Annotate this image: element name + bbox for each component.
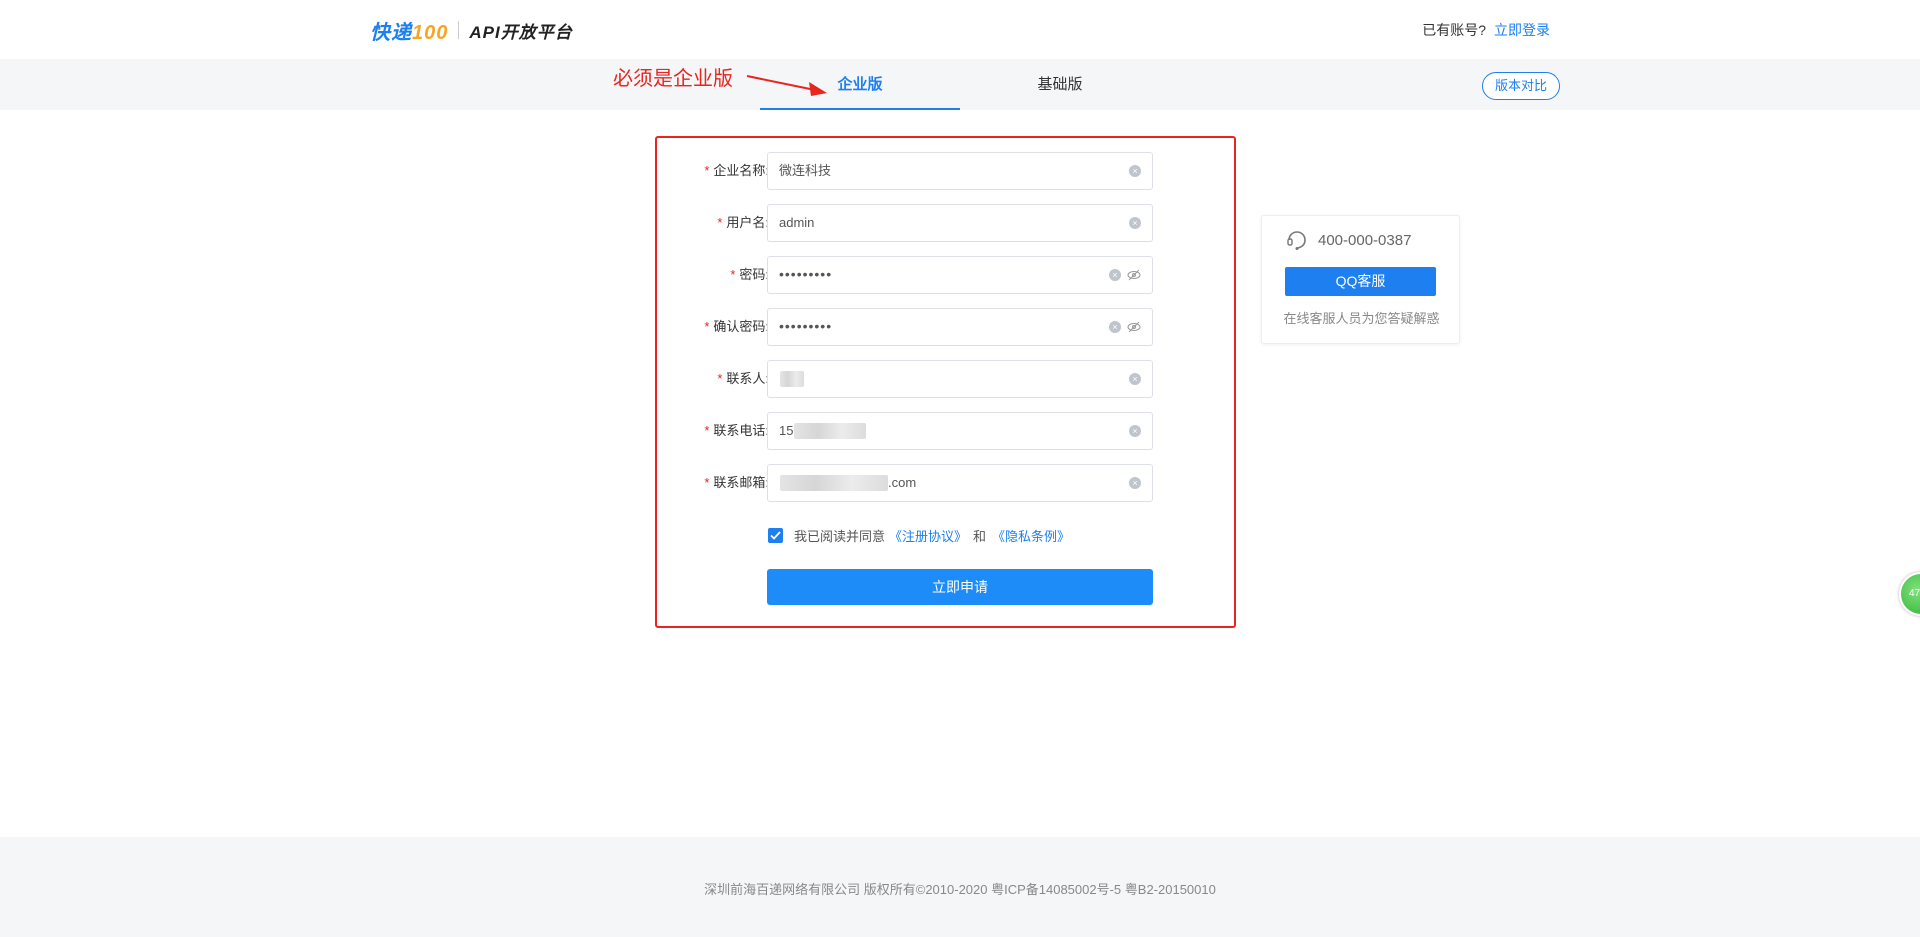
username-input[interactable]: admin ×	[767, 204, 1153, 242]
confirm-password-value: •••••••••	[779, 318, 833, 334]
check-icon	[770, 530, 781, 540]
blurred-value	[780, 371, 804, 387]
register-agreement-link[interactable]: 《注册协议》	[889, 526, 967, 545]
footer: 深圳前海百递网络有限公司 版权所有©2010-2020 粤ICP备1408500…	[0, 837, 1920, 937]
top-header: 快递100 API开放平台 已有账号? 立即登录	[0, 0, 1920, 59]
confirm-password-label: * 确认密码:	[704, 319, 769, 334]
footer-copyright: 深圳前海百递网络有限公司 版权所有©2010-2020 粤ICP备1408500…	[704, 882, 1216, 897]
password-input[interactable]: ••••••••• ×	[767, 256, 1153, 294]
contact-email-label: * 联系邮箱:	[704, 475, 769, 490]
logo-brand: 快递100	[370, 21, 449, 44]
form-row-email: * 联系邮箱: .com ×	[660, 464, 1160, 502]
form-row-company: * 企业名称: 微连科技 ×	[660, 152, 1160, 190]
password-label: * 密码:	[730, 267, 769, 282]
company-name-label: * 企业名称:	[704, 163, 769, 178]
clear-icon[interactable]: ×	[1129, 165, 1141, 177]
eye-hidden-icon[interactable]	[1127, 320, 1141, 334]
form-row-password: * 密码: ••••••••• ×	[660, 256, 1160, 294]
blurred-value	[794, 423, 866, 439]
annotation-text: 必须是企业版	[613, 68, 733, 90]
account-prompt: 已有账号? 立即登录	[1422, 20, 1550, 40]
support-phone-number: 400-000-0387	[1318, 231, 1412, 249]
agree-text: 我已阅读并同意	[794, 528, 886, 544]
form-row-contact: * 联系人: ×	[660, 360, 1160, 398]
clear-icon[interactable]: ×	[1129, 373, 1141, 385]
form-row-confirm-password: * 确认密码: ••••••••• ×	[660, 308, 1160, 346]
password-value: •••••••••	[779, 266, 833, 282]
floating-badge[interactable]: 47	[1899, 572, 1920, 616]
username-label: * 用户名:	[717, 215, 769, 230]
eye-hidden-icon[interactable]	[1127, 268, 1141, 282]
qq-service-button[interactable]: QQ客服	[1285, 267, 1436, 296]
contact-person-label: * 联系人:	[717, 371, 769, 386]
annotation-arrow-icon	[746, 75, 827, 96]
support-note: 在线客服人员为您答疑解惑	[1283, 311, 1440, 326]
clear-icon[interactable]: ×	[1129, 477, 1141, 489]
company-name-value: 微连科技	[779, 163, 832, 178]
clear-icon[interactable]: ×	[1129, 217, 1141, 229]
account-question: 已有账号?	[1422, 22, 1486, 38]
tab-basic[interactable]: 基础版	[960, 59, 1160, 110]
contact-phone-label: * 联系电话:	[704, 423, 769, 438]
contact-email-value: .com	[888, 475, 917, 490]
contact-phone-input[interactable]: 15 ×	[767, 412, 1153, 450]
apply-now-button[interactable]: 立即申请	[767, 569, 1153, 605]
contact-phone-value: 15	[779, 423, 794, 438]
blurred-value	[780, 475, 888, 491]
username-value: admin	[779, 215, 815, 230]
login-link[interactable]: 立即登录	[1494, 20, 1550, 40]
support-card: 400-000-0387 QQ客服 在线客服人员为您答疑解惑	[1261, 215, 1460, 344]
contact-person-input[interactable]: ×	[767, 360, 1153, 398]
clear-icon[interactable]: ×	[1109, 269, 1121, 281]
privacy-policy-link[interactable]: 《隐私条例》	[992, 526, 1070, 545]
support-phone: 400-000-0387	[1286, 228, 1411, 252]
version-tab-bar: 企业版 基础版	[0, 59, 1920, 110]
contact-email-input[interactable]: .com ×	[767, 464, 1153, 502]
agreement-row: 我已阅读并同意 《注册协议》 和 《隐私条例》	[768, 526, 1074, 545]
clear-icon[interactable]: ×	[1109, 321, 1121, 333]
logo-platform-name: API开放平台	[469, 22, 573, 42]
confirm-password-input[interactable]: ••••••••• ×	[767, 308, 1153, 346]
agree-and: 和	[973, 528, 987, 544]
agree-checkbox[interactable]	[768, 527, 783, 543]
version-compare-button[interactable]: 版本对比	[1482, 72, 1560, 100]
logo-divider	[458, 21, 460, 39]
form-row-phone: * 联系电话: 15 ×	[660, 412, 1160, 450]
logo[interactable]: 快递100 API开放平台	[370, 17, 573, 44]
clear-icon[interactable]: ×	[1129, 425, 1141, 437]
headset-icon	[1287, 231, 1306, 250]
form-row-username: * 用户名: admin ×	[660, 204, 1160, 242]
company-name-input[interactable]: 微连科技 ×	[767, 152, 1153, 190]
